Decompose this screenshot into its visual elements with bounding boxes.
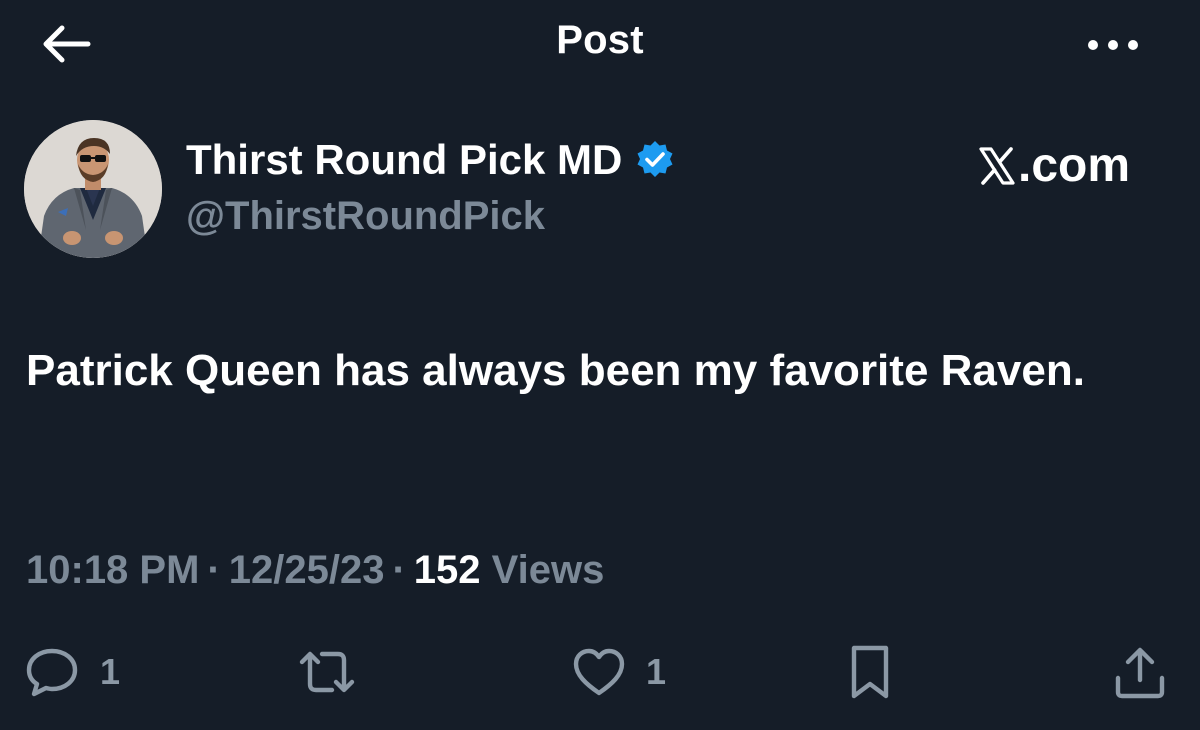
meta-separator: · [207, 548, 221, 592]
post-time: 10:18 PM [26, 548, 200, 592]
page-title: Post [556, 18, 644, 62]
verified-badge-icon [637, 141, 673, 177]
repost-icon [299, 651, 355, 693]
reply-icon [26, 648, 78, 697]
bookmark-icon [851, 645, 889, 699]
x-logo-icon [979, 146, 1015, 185]
avatar-image [24, 120, 162, 258]
more-options-button[interactable] [1082, 30, 1144, 60]
views-label: Views [491, 548, 605, 592]
author-name-text: Thirst Round Pick MD [186, 136, 623, 183]
author-handle[interactable]: @ThirstRoundPick [186, 194, 545, 239]
author-name[interactable]: Thirst Round Pick MD [186, 136, 676, 184]
source-domain-text: .com [1018, 139, 1131, 192]
heart-icon [573, 648, 625, 696]
like-count: 1 [646, 651, 667, 692]
post-meta: 10:18 PM · 12/25/23 · 152 Views [26, 548, 604, 593]
post-date: 12/25/23 [228, 548, 385, 592]
like-button[interactable]: 1 [572, 644, 666, 700]
more-horizontal-icon [1088, 40, 1138, 50]
source-label: .com [978, 138, 1130, 193]
share-button[interactable] [1112, 644, 1168, 700]
back-button[interactable] [36, 22, 96, 66]
post-text: Patrick Queen has always been my favorit… [26, 346, 1085, 395]
share-icon [1115, 647, 1165, 699]
reply-count: 1 [100, 651, 121, 692]
repost-button[interactable] [296, 644, 358, 700]
bookmark-button[interactable] [846, 644, 894, 700]
reply-button[interactable]: 1 [24, 644, 120, 700]
avatar[interactable] [24, 120, 162, 258]
arrow-left-icon [43, 25, 91, 63]
views-count: 152 [413, 548, 481, 592]
post-screen: Post Thirst Round Pick MD @ThirstRoundPi… [0, 0, 1200, 730]
meta-separator: · [392, 548, 406, 592]
